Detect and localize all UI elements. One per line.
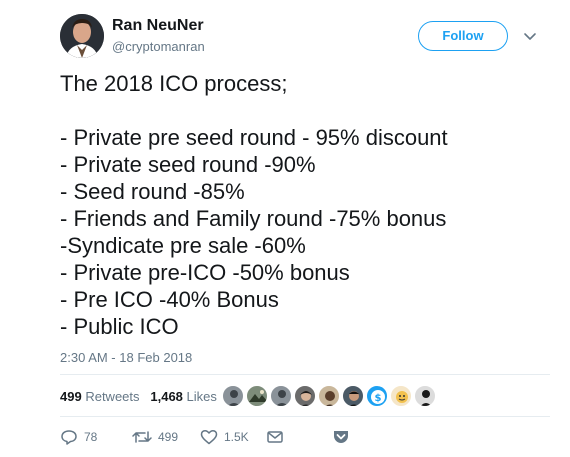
tweet-line: - Public ICO [60,314,179,339]
tweet-line: - Private pre seed round - 95% discount [60,125,448,150]
liker-avatar[interactable] [270,385,292,407]
liker-avatar[interactable] [246,385,268,407]
tweet-timestamp[interactable]: 2:30 AM - 18 Feb 2018 [60,350,192,365]
liker-avatar[interactable]: $ [366,385,388,407]
svg-text:$: $ [375,393,382,404]
chevron-down-icon[interactable] [519,26,541,46]
liker-avatar[interactable] [342,385,364,407]
engagement-stats: 499 Retweets 1,468 Likes [60,389,217,404]
follow-button[interactable]: Follow [418,21,508,51]
divider [60,416,550,417]
heart-icon [200,429,218,445]
direct-message-button[interactable] [266,428,284,446]
retweets-label: Retweets [85,389,140,404]
author-name[interactable]: Ran NeuNer [112,17,204,35]
tweet-line: - Pre ICO -40% Bonus [60,287,279,312]
likes-stat[interactable]: 1,468 Likes [150,389,217,404]
like-count: 1.5K [224,430,249,444]
tweet-line: The 2018 ICO process; [60,71,288,96]
author-avatar[interactable] [60,14,104,58]
save-button[interactable] [332,428,350,446]
tweet-line: - Private pre-ICO -50% bonus [60,260,350,285]
likes-label: Likes [186,389,217,404]
author-handle[interactable]: @cryptomanran [112,39,205,54]
pocket-save-icon [332,429,350,445]
liker-avatar[interactable] [318,385,340,407]
liker-avatar[interactable] [222,385,244,407]
tweet-line: - Private seed round -90% [60,152,316,177]
liker-avatar[interactable] [294,385,316,407]
reply-button[interactable]: 78 [60,428,97,446]
likes-count: 1,468 [150,389,183,404]
reply-icon [60,429,78,445]
retweets-count: 499 [60,389,82,404]
retweets-stat[interactable]: 499 Retweets [60,389,140,404]
tweet-line: - Seed round -85% [60,179,245,204]
retweet-icon [132,429,152,445]
divider [60,374,550,375]
liker-avatar[interactable] [390,385,412,407]
like-button[interactable]: 1.5K [200,428,249,446]
envelope-icon [266,429,284,445]
tweet-text: The 2018 ICO process; - Private pre seed… [60,70,560,340]
retweet-count: 499 [158,430,179,444]
tweet-line: - Friends and Family round -75% bonus [60,206,447,231]
tweet-line: -Syndicate pre sale -60% [60,233,306,258]
liker-avatar[interactable] [414,385,436,407]
reply-count: 78 [84,430,98,444]
retweet-button[interactable]: 499 [132,428,178,446]
tweet-line [60,97,560,124]
